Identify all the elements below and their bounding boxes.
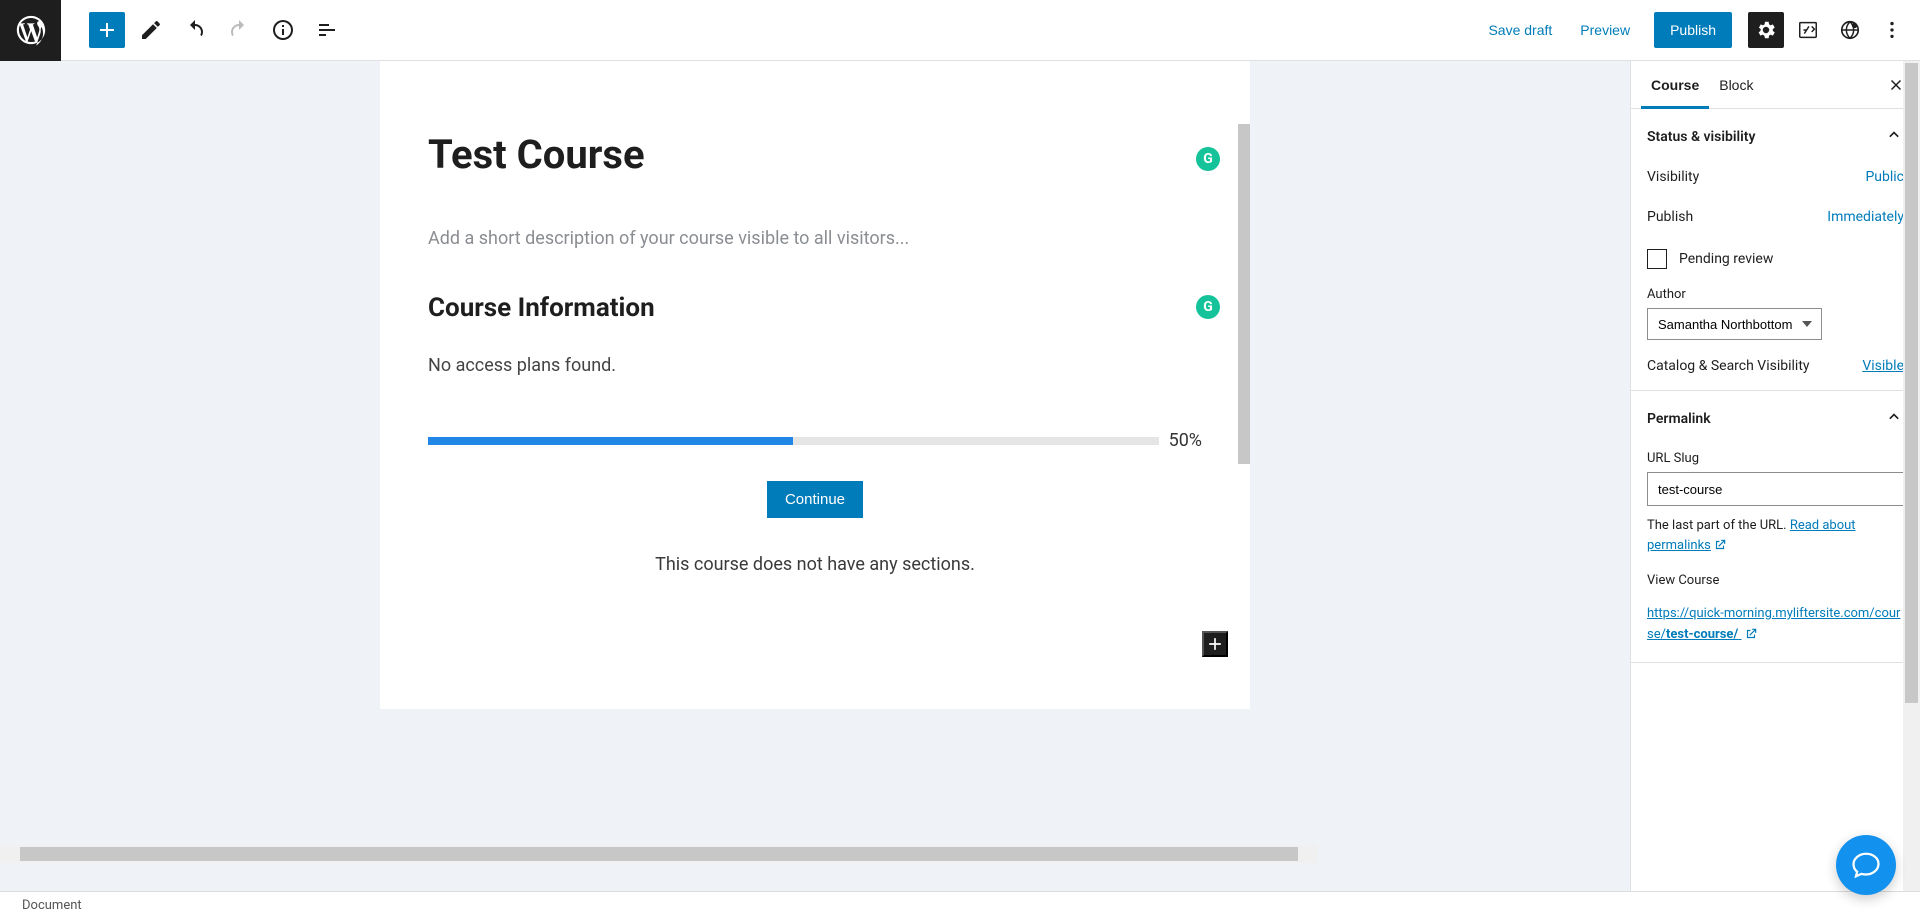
append-block-button[interactable]: [1202, 631, 1228, 657]
publish-row: Publish Immediately: [1647, 209, 1904, 225]
no-access-plans-text: No access plans found.: [428, 355, 1202, 376]
editor-top-toolbar: Save draft Preview Publish: [0, 0, 1920, 61]
llms-globe-button[interactable]: [1832, 12, 1868, 48]
editor-statusbar: Document: [0, 891, 1920, 919]
editor-canvas: Test Course G Add a short description of…: [0, 61, 1630, 891]
course-progress: 50%: [428, 430, 1202, 451]
preview-button[interactable]: Preview: [1566, 12, 1644, 48]
progress-fill: [428, 437, 793, 445]
publish-value[interactable]: Immediately: [1827, 209, 1904, 225]
wordpress-logo-icon[interactable]: [0, 0, 61, 61]
course-title[interactable]: Test Course: [428, 131, 1202, 178]
more-options-button[interactable]: [1874, 12, 1910, 48]
panel-header-status[interactable]: Status & visibility: [1647, 125, 1904, 149]
panel-title: Status & visibility: [1647, 129, 1755, 145]
progress-bar: [428, 437, 1159, 445]
tab-block[interactable]: Block: [1709, 61, 1763, 109]
external-link-icon: [1713, 538, 1727, 552]
no-sections-text: This course does not have any sections.: [428, 554, 1202, 575]
undo-button[interactable]: [177, 12, 213, 48]
course-information-heading: Course Information: [428, 293, 1202, 323]
progress-percent-label: 50%: [1169, 430, 1202, 451]
grammarly-icon[interactable]: G: [1196, 147, 1220, 171]
content-scrollbar[interactable]: [1238, 124, 1250, 464]
save-draft-button[interactable]: Save draft: [1474, 12, 1566, 48]
chevron-up-icon: [1884, 407, 1904, 431]
panel-header-permalink[interactable]: Permalink: [1647, 407, 1904, 431]
add-block-button[interactable]: [89, 12, 125, 48]
help-chat-button[interactable]: [1836, 835, 1896, 895]
horizontal-scrollbar[interactable]: [0, 845, 1318, 863]
settings-sidebar: Course Block Status & visibility Visibil…: [1630, 61, 1920, 891]
redo-button[interactable]: [221, 12, 257, 48]
catalog-visibility-row: Catalog & Search Visibility Visible: [1647, 358, 1904, 374]
pending-review-checkbox[interactable]: [1647, 249, 1667, 269]
sidebar-tabs: Course Block: [1631, 61, 1920, 109]
visibility-row: Visibility Public: [1647, 169, 1904, 185]
panel-permalink: Permalink URL Slug The last part of the …: [1631, 391, 1920, 663]
llms-editor-toggle-button[interactable]: [1790, 12, 1826, 48]
page-scrollbar[interactable]: [1903, 61, 1920, 891]
toolbar-left-group: [0, 0, 345, 60]
author-label: Author: [1647, 287, 1904, 302]
tab-course[interactable]: Course: [1641, 61, 1709, 109]
catalog-visibility-label: Catalog & Search Visibility: [1647, 358, 1810, 374]
publish-button[interactable]: Publish: [1654, 12, 1732, 48]
visibility-label: Visibility: [1647, 169, 1699, 185]
chevron-up-icon: [1884, 125, 1904, 149]
panel-status-visibility: Status & visibility Visibility Public Pu…: [1631, 109, 1920, 391]
grammarly-icon[interactable]: G: [1196, 295, 1220, 319]
info-button[interactable]: [265, 12, 301, 48]
continue-button[interactable]: Continue: [767, 481, 863, 518]
panel-title: Permalink: [1647, 411, 1711, 427]
settings-toggle-button[interactable]: [1748, 12, 1784, 48]
outline-button[interactable]: [309, 12, 345, 48]
publish-label: Publish: [1647, 209, 1693, 225]
breadcrumb[interactable]: Document: [22, 898, 82, 913]
view-course-label: View Course: [1647, 573, 1904, 588]
url-slug-input[interactable]: [1647, 472, 1904, 506]
pending-review-label: Pending review: [1679, 251, 1773, 267]
pending-review-row[interactable]: Pending review: [1647, 249, 1904, 269]
visibility-value[interactable]: Public: [1865, 169, 1904, 185]
external-link-icon: [1744, 627, 1758, 641]
url-slug-label: URL Slug: [1647, 451, 1904, 466]
course-description-placeholder[interactable]: Add a short description of your course v…: [428, 228, 1202, 249]
catalog-visibility-value[interactable]: Visible: [1862, 358, 1904, 374]
author-select[interactable]: Samantha Northbottom: [1647, 308, 1822, 340]
permalink-url[interactable]: https://quick-morning.myliftersite.com/c…: [1647, 604, 1904, 646]
edit-tool-button[interactable]: [133, 12, 169, 48]
slug-helper-text: The last part of the URL. Read about per…: [1647, 516, 1904, 555]
toolbar-right-group: Save draft Preview Publish: [1474, 0, 1920, 60]
